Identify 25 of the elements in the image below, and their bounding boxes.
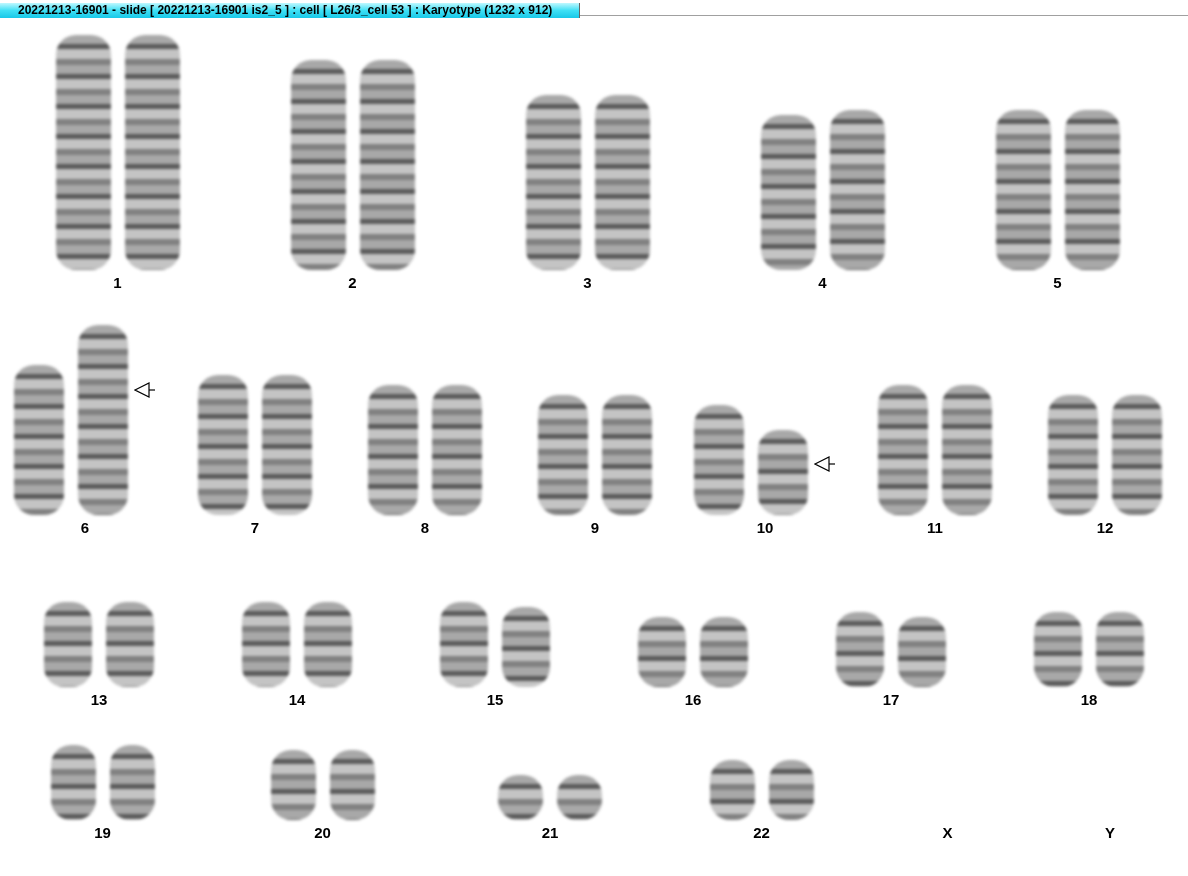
chromosome-label: 1 xyxy=(113,274,122,292)
chromosome-label: 16 xyxy=(684,691,702,709)
chromosome-label: 20 xyxy=(314,824,331,842)
window-title: 20221213-16901 - slide [ 20221213-16901 is2_5 ] : cell [ L26/3_cell 53 ] : Karyotype (1232 x 912) xyxy=(0,3,580,18)
chromosome-label: 5 xyxy=(1053,274,1062,292)
chromosome-label: 19 xyxy=(94,824,111,842)
chromosome-label: 17 xyxy=(882,691,900,709)
chromosome-label: 8 xyxy=(420,519,430,537)
chromosome-label: 14 xyxy=(288,691,306,709)
chromosome-label: 11 xyxy=(927,519,943,537)
chromosome-label: 6 xyxy=(80,519,90,537)
chromosome-label: 2 xyxy=(348,274,357,292)
chromosome-label: 12 xyxy=(1096,519,1114,537)
chromosome-label: 10 xyxy=(756,519,774,537)
chromosome-label: 3 xyxy=(583,274,592,292)
chromosome-label: 18 xyxy=(1080,691,1098,709)
chromosome-label: 7 xyxy=(250,519,260,537)
chromosome-label: 4 xyxy=(818,274,827,292)
chromosome-label: 15 xyxy=(486,691,504,709)
chromosome-label: 22 xyxy=(753,824,770,842)
chromosome-label: Y xyxy=(1105,824,1115,842)
chromosome-label: 9 xyxy=(590,519,600,537)
chromosome-label: 21 xyxy=(541,824,559,842)
chromosome-label: 13 xyxy=(90,691,108,709)
chromosome-label: X xyxy=(942,824,953,842)
